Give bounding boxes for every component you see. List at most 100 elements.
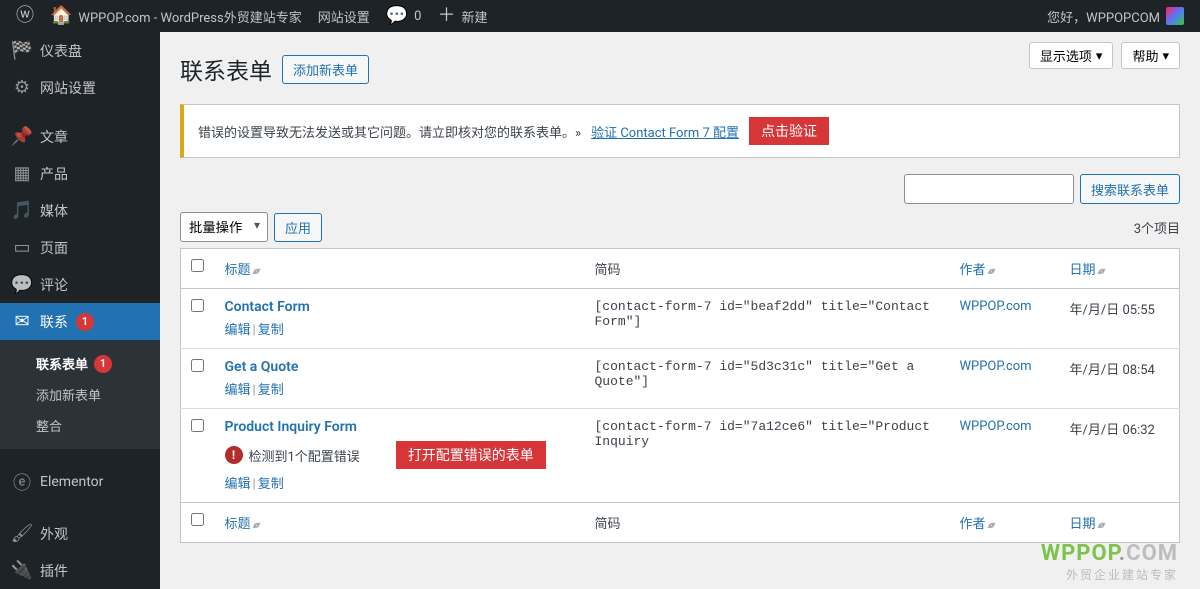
row-checkbox[interactable] <box>191 359 204 372</box>
sort-icon: ▴▾ <box>253 520 259 531</box>
submenu-contact-forms[interactable]: 联系表单1 <box>0 348 160 379</box>
sort-icon: ▴▾ <box>1098 520 1104 531</box>
select-all-checkbox[interactable] <box>191 259 204 272</box>
select-all-checkbox-footer[interactable] <box>191 513 204 526</box>
table-row: Contact Form 编辑|复制 [contact-form-7 id="b… <box>181 289 1180 349</box>
callout-validate: 点击验证 <box>749 117 829 145</box>
site-settings-link[interactable]: 网站设置 <box>310 0 378 32</box>
shortcode-text: [contact-form-7 id="7a12ce6" title="Prod… <box>595 419 930 449</box>
shortcode-text: [contact-form-7 id="5d3c31c" title="Get … <box>595 359 915 389</box>
edit-link[interactable]: 编辑 <box>225 383 251 398</box>
bulk-action-select[interactable]: 批量操作 <box>180 212 268 242</box>
forms-table: 标题▴▾ 简码 作者▴▾ 日期▴▾ Contact Form 编辑|复制 [co… <box>180 248 1180 543</box>
col-title-sort[interactable]: 标题▴▾ <box>225 517 259 532</box>
duplicate-link[interactable]: 复制 <box>258 477 284 492</box>
avatar <box>1166 7 1184 25</box>
wp-logo[interactable]: ⓦ <box>8 0 42 32</box>
edit-link[interactable]: 编辑 <box>225 323 251 338</box>
page-icon: ▭ <box>12 237 32 258</box>
row-checkbox[interactable] <box>191 419 204 432</box>
duplicate-link[interactable]: 复制 <box>258 323 284 338</box>
menu-appearance[interactable]: 🖌外观 <box>0 515 160 552</box>
comment-icon: 💬 <box>12 274 32 295</box>
submenu-add-new[interactable]: 添加新表单 <box>0 379 160 410</box>
col-date-sort[interactable]: 日期▴▾ <box>1070 263 1104 278</box>
error-icon: ! <box>225 446 243 464</box>
menu-products[interactable]: ▦产品 <box>0 155 160 192</box>
callout-open-error: 打开配置错误的表单 <box>396 441 546 469</box>
submenu-badge: 1 <box>94 355 112 373</box>
screen-options-button[interactable]: 显示选项▾ <box>1029 42 1114 69</box>
media-icon: 🎵 <box>12 200 32 221</box>
edit-link[interactable]: 编辑 <box>225 477 251 492</box>
shortcode-text: [contact-form-7 id="beaf2dd" title="Cont… <box>595 299 930 329</box>
comments-link[interactable]: 💬0 <box>378 0 430 32</box>
site-title: WPPOP.com - WordPress外贸建站专家 <box>78 7 301 26</box>
sort-icon: ▴▾ <box>1098 266 1104 277</box>
site-name[interactable]: 🏠 WPPOP.com - WordPress外贸建站专家 <box>42 0 310 32</box>
form-title-link[interactable]: Contact Form <box>225 299 310 315</box>
menu-media[interactable]: 🎵媒体 <box>0 192 160 229</box>
admin-bar: ⓦ 🏠 WPPOP.com - WordPress外贸建站专家 网站设置 💬0 ＋… <box>0 0 1200 32</box>
config-warning-notice: 错误的设置导致无法发送或其它问题。请立即核对您的联系表单。» 验证 Contac… <box>180 104 1180 158</box>
home-icon: 🏠 <box>50 7 72 25</box>
menu-dashboard[interactable]: 🏁仪表盘 <box>0 32 160 69</box>
author-link[interactable]: WPPOP.com <box>960 359 1032 374</box>
author-link[interactable]: WPPOP.com <box>960 299 1032 314</box>
menu-plugins[interactable]: 🔌插件 <box>0 552 160 589</box>
my-account[interactable]: 您好，WPPOPCOM <box>1039 0 1192 32</box>
dashboard-icon: 🏁 <box>12 40 32 61</box>
col-author-sort[interactable]: 作者▴▾ <box>960 263 994 278</box>
form-title-link[interactable]: Product Inquiry Form <box>225 419 357 435</box>
submenu-integration[interactable]: 整合 <box>0 410 160 441</box>
date-text: 年/月/日 05:55 <box>1070 303 1155 318</box>
pin-icon: 📌 <box>12 126 32 147</box>
wordpress-icon: ⓦ <box>16 7 34 25</box>
menu-badge: 1 <box>76 313 94 331</box>
table-row: Get a Quote 编辑|复制 [contact-form-7 id="5d… <box>181 349 1180 409</box>
table-row: Product Inquiry Form !检测到1个配置错误 打开配置错误的表… <box>181 409 1180 503</box>
menu-contact[interactable]: ✉联系1 <box>0 303 160 340</box>
col-author-sort[interactable]: 作者▴▾ <box>960 517 994 532</box>
submenu-contact: 联系表单1 添加新表单 整合 <box>0 340 160 449</box>
add-new-button[interactable]: 添加新表单 <box>282 55 369 84</box>
apply-button[interactable]: 应用 <box>274 213 322 242</box>
menu-posts[interactable]: 📌文章 <box>0 118 160 155</box>
item-count: 3个项目 <box>1134 218 1180 237</box>
plus-icon: ＋ <box>437 7 455 25</box>
comment-icon: 💬 <box>386 7 408 25</box>
gear-icon: ⚙ <box>12 77 32 98</box>
new-content[interactable]: ＋新建 <box>429 0 495 32</box>
watermark: WPPOP.COM 外贸企业建站专家 <box>1041 541 1178 583</box>
sort-icon: ▴▾ <box>988 520 994 531</box>
row-checkbox[interactable] <box>191 299 204 312</box>
admin-menu: 🏁仪表盘 ⚙网站设置 📌文章 ▦产品 🎵媒体 ▭页面 💬评论 ✉联系1 联系表单… <box>0 32 160 589</box>
elementor-icon: ⓔ <box>12 469 32 495</box>
menu-pages[interactable]: ▭页面 <box>0 229 160 266</box>
col-shortcode: 简码 <box>595 517 621 532</box>
chevron-down-icon: ▾ <box>1162 48 1169 64</box>
chevron-down-icon: ▾ <box>1096 48 1103 64</box>
menu-comments[interactable]: 💬评论 <box>0 266 160 303</box>
author-link[interactable]: WPPOP.com <box>960 419 1032 434</box>
form-title-link[interactable]: Get a Quote <box>225 359 299 375</box>
grid-icon: ▦ <box>12 163 32 184</box>
col-date-sort[interactable]: 日期▴▾ <box>1070 517 1104 532</box>
sort-icon: ▴▾ <box>253 266 259 277</box>
search-input[interactable] <box>904 174 1074 204</box>
notice-text: 错误的设置导致无法发送或其它问题。请立即核对您的联系表单。» <box>198 122 581 141</box>
plug-icon: 🔌 <box>12 560 32 581</box>
sort-icon: ▴▾ <box>988 266 994 277</box>
search-button[interactable]: 搜索联系表单 <box>1080 174 1180 204</box>
col-title-sort[interactable]: 标题▴▾ <box>225 263 259 278</box>
menu-elementor[interactable]: ⓔElementor <box>0 461 160 503</box>
help-button[interactable]: 帮助▾ <box>1121 42 1180 69</box>
content-area: 显示选项▾ 帮助▾ 联系表单 添加新表单 错误的设置导致无法发送或其它问题。请立… <box>160 32 1200 589</box>
validate-config-link[interactable]: 验证 Contact Form 7 配置 <box>591 122 739 141</box>
menu-site-settings[interactable]: ⚙网站设置 <box>0 69 160 106</box>
col-shortcode: 简码 <box>595 263 621 278</box>
date-text: 年/月/日 08:54 <box>1070 363 1155 378</box>
page-title: 联系表单 <box>180 52 272 86</box>
duplicate-link[interactable]: 复制 <box>258 383 284 398</box>
date-text: 年/月/日 06:32 <box>1070 423 1155 438</box>
